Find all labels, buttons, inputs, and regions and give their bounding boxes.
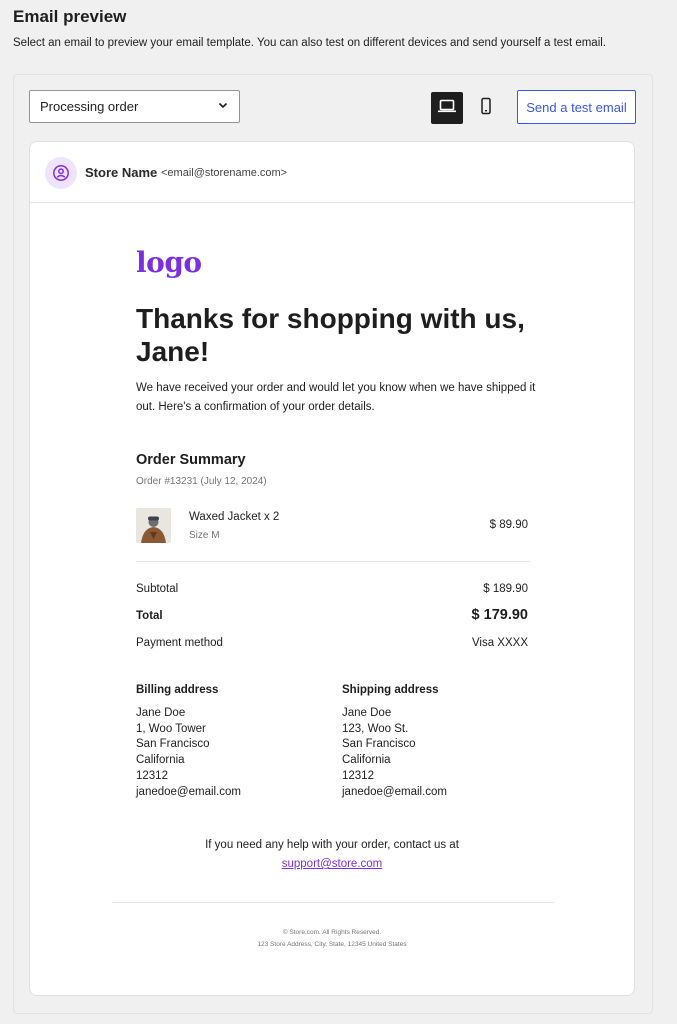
billing-line: 1, Woo Tower: [136, 722, 206, 735]
email-intro: We have received your order and would le…: [136, 382, 536, 413]
desktop-icon: [437, 98, 457, 119]
item-price: $ 89.90: [489, 519, 528, 531]
order-number: Order #13231 (July 12, 2024): [136, 476, 267, 487]
mobile-icon: [479, 97, 493, 120]
shipping-line: San Francisco: [342, 738, 416, 751]
billing-address: Jane Doe 1, Woo Tower San Francisco Cali…: [136, 706, 241, 800]
total-label: Total: [136, 610, 163, 622]
order-summary-title: Order Summary: [136, 452, 246, 468]
help-text: If you need any help with your order, co…: [205, 839, 459, 851]
shipping-line: California: [342, 754, 391, 767]
template-select-value: Processing order: [40, 99, 139, 114]
shipping-line: 123, Woo St.: [342, 722, 409, 735]
template-select[interactable]: Processing order: [29, 90, 240, 123]
support-email-link[interactable]: support@store.com: [282, 858, 383, 870]
billing-line: San Francisco: [136, 738, 210, 751]
email-logo: logo: [136, 246, 202, 279]
billing-line: janedoe@email.com: [136, 785, 242, 798]
user-circle-icon: [45, 157, 77, 189]
subtotal-label: Subtotal: [136, 583, 179, 595]
shipping-line: 12312: [342, 769, 374, 782]
store-name: Store Name: [85, 165, 158, 180]
item-variant: Size M: [189, 530, 220, 541]
page-description: Select an email to preview your email te…: [13, 37, 607, 49]
billing-line: 12312: [136, 769, 168, 782]
payment-method-value: Visa XXXX: [471, 637, 528, 649]
shipping-line: janedoe@email.com: [342, 785, 448, 798]
billing-address-title: Billing address: [136, 684, 219, 696]
mobile-preview-button[interactable]: [470, 92, 502, 124]
support-link-container: support@store.com: [30, 858, 634, 870]
desktop-preview-button[interactable]: [431, 92, 463, 124]
payment-method-label: Payment method: [136, 637, 223, 649]
subtotal-value: $ 189.90: [483, 583, 528, 595]
chevron-down-icon: [217, 99, 229, 114]
billing-line: Jane Doe: [136, 707, 186, 719]
total-value: $ 179.90: [471, 607, 528, 623]
email-header: Store Name <email@storename.com>: [30, 142, 634, 203]
send-test-email-button[interactable]: Send a test email: [517, 90, 636, 124]
store-email: <email@storename.com>: [161, 167, 288, 179]
shipping-address-title: Shipping address: [342, 684, 439, 696]
footer-copyright: © Store.com. All Rights Reserved.: [282, 929, 382, 936]
shipping-line: Jane Doe: [342, 707, 392, 719]
email-headline: Thanks for shopping with us, Jane!: [136, 303, 525, 367]
shipping-address: Jane Doe 123, Woo St. San Francisco Cali…: [342, 706, 447, 800]
page-title: Email preview: [13, 7, 127, 26]
footer-divider: [112, 902, 554, 903]
footer-address: 123 Store Address, City, State, 12345 Un…: [257, 941, 407, 948]
billing-line: California: [136, 754, 185, 767]
item-name: Waxed Jacket x 2: [189, 511, 280, 523]
product-image: [136, 508, 171, 543]
email-preview-card: Store Name <email@storename.com> logo Th…: [29, 141, 635, 996]
summary-divider: [136, 561, 530, 562]
